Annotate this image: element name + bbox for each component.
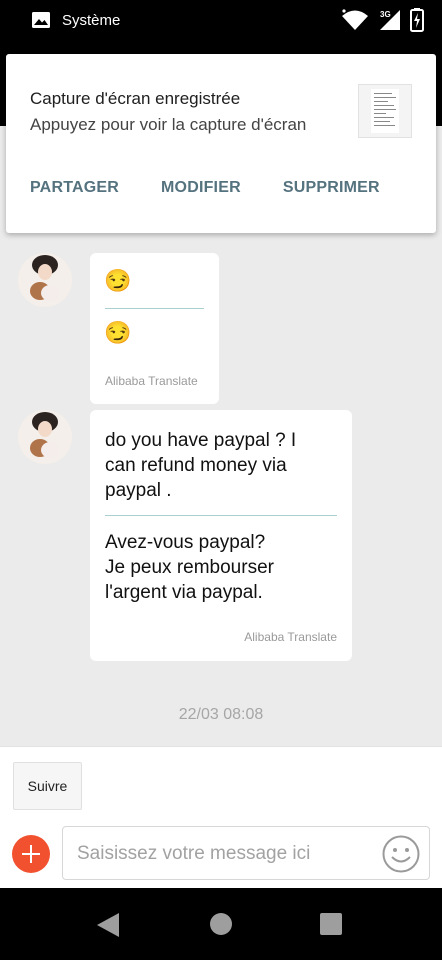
notification-subtitle: Appuyez pour voir la capture d'écran bbox=[30, 115, 307, 134]
edit-button[interactable]: MODIFIER bbox=[161, 179, 241, 197]
message-translated-text: Avez-vous paypal? Je peux rembourser l'a… bbox=[105, 532, 274, 603]
thumbnail-page bbox=[371, 89, 399, 133]
image-icon bbox=[32, 12, 50, 28]
message-input-placeholder: Saisissez votre message ici bbox=[77, 843, 311, 864]
screenshot-thumbnail[interactable] bbox=[358, 84, 412, 138]
status-bar-label: Système bbox=[62, 12, 121, 29]
wifi-icon bbox=[342, 9, 368, 30]
message-input[interactable]: Saisissez votre message ici bbox=[62, 826, 430, 880]
translation-divider bbox=[105, 515, 337, 516]
follow-button[interactable]: Suivre bbox=[13, 762, 82, 810]
svg-text:3G: 3G bbox=[380, 10, 391, 19]
avatar[interactable] bbox=[18, 410, 72, 464]
add-attachment-button[interactable] bbox=[12, 835, 50, 873]
navigation-bar bbox=[0, 888, 442, 960]
battery-charging-icon bbox=[410, 8, 424, 32]
recent-apps-icon[interactable] bbox=[320, 913, 342, 935]
message-translated-text: 😏 bbox=[104, 320, 132, 345]
signal-3g-icon: 3G bbox=[380, 10, 400, 30]
screenshot-notification[interactable]: Capture d'écran enregistrée Appuyez pour… bbox=[6, 54, 436, 233]
avatar-image bbox=[18, 410, 72, 464]
message-original-text: do you have paypal ? I can refund money … bbox=[105, 430, 297, 501]
message-bubble[interactable]: do you have paypal ? I can refund money … bbox=[90, 410, 352, 661]
share-button[interactable]: PARTAGER bbox=[30, 179, 119, 197]
home-icon[interactable] bbox=[210, 913, 232, 935]
message-original-text: 😏 bbox=[104, 268, 132, 293]
back-icon[interactable] bbox=[97, 913, 119, 937]
translation-divider bbox=[105, 308, 204, 309]
status-bar: Système 3G bbox=[0, 0, 442, 42]
translation-source: Alibaba Translate bbox=[244, 630, 337, 644]
delete-button[interactable]: SUPPRIMER bbox=[283, 179, 380, 197]
message-timestamp: 22/03 08:08 bbox=[178, 706, 264, 723]
translation-source: Alibaba Translate bbox=[105, 374, 198, 388]
avatar[interactable] bbox=[18, 253, 72, 307]
message-bubble[interactable]: 😏 😏 Alibaba Translate bbox=[90, 253, 219, 404]
composer: Suivre Saisissez votre message ici bbox=[0, 746, 442, 888]
avatar-image bbox=[18, 253, 72, 307]
notification-title: Capture d'écran enregistrée bbox=[30, 89, 241, 108]
emoji-icon[interactable] bbox=[381, 834, 421, 874]
